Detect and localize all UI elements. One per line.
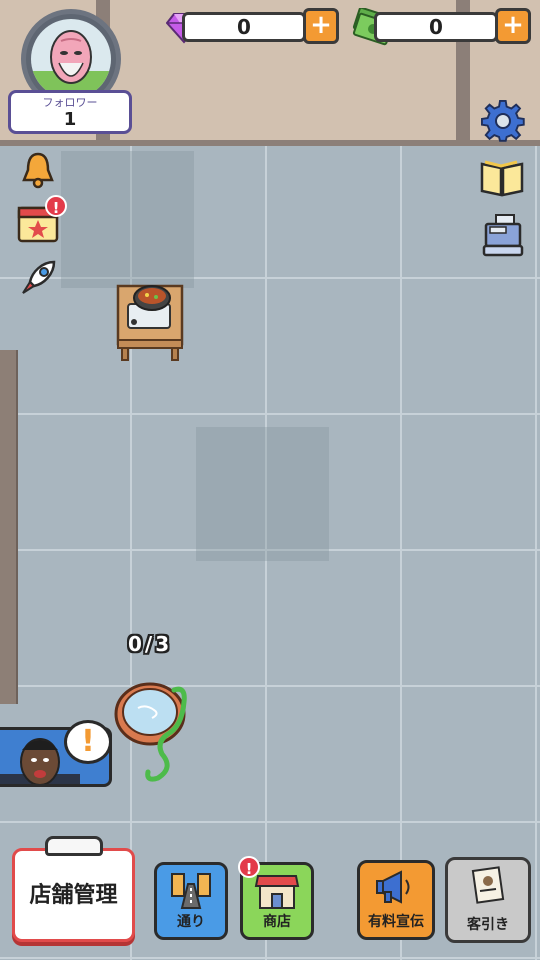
add-gems-button[interactable]: + (303, 8, 339, 44)
street-label: 通り (177, 914, 205, 930)
store-management-label: 店舗管理 (29, 883, 118, 908)
clipboard-clip-icon (45, 836, 103, 856)
cash-balance: 0 (374, 12, 498, 42)
megaphone-icon (376, 870, 410, 904)
gear-icon[interactable] (481, 99, 525, 143)
cash-register-icon[interactable] (482, 212, 524, 258)
cash-count: 0 (429, 15, 443, 39)
shop-label: 商店 (263, 914, 291, 930)
shop-alert-badge: ! (238, 856, 260, 878)
flyer-icon (471, 866, 505, 904)
follower-label: フォロワー (42, 96, 98, 109)
cooking-station[interactable] (114, 278, 186, 364)
gem-balance: 0 (182, 12, 306, 42)
attract-customers-button[interactable]: 客引き (445, 857, 531, 943)
gem-count: 0 (237, 15, 251, 39)
calendar-alert-badge: ! (45, 195, 67, 217)
wash-basin[interactable] (112, 676, 192, 786)
seat-capacity-counter: 0/3 (128, 632, 173, 656)
paid-ads-button[interactable]: 有料宣伝 (357, 860, 435, 940)
follower-counter: フォロワー 1 (8, 90, 132, 134)
add-cash-button[interactable]: + (495, 8, 531, 44)
attract-customers-label: 客引き (467, 917, 509, 933)
customer-alert-bubble[interactable]: ! (64, 720, 112, 764)
floor-tile-shade (196, 427, 329, 561)
paid-ads-label: 有料宣伝 (368, 914, 424, 930)
bell-icon[interactable] (18, 150, 58, 190)
street-button[interactable]: 通り (154, 862, 228, 940)
store-management-button[interactable]: 店舗管理 (12, 848, 135, 942)
follower-count: 1 (63, 109, 77, 130)
book-icon[interactable] (479, 158, 525, 198)
floor-tile-shade (61, 151, 194, 288)
rocket-icon[interactable] (18, 256, 60, 298)
side-wall (0, 350, 18, 704)
street-icon (171, 873, 211, 909)
avatar-portrait (31, 19, 111, 99)
shop-icon (254, 875, 300, 909)
